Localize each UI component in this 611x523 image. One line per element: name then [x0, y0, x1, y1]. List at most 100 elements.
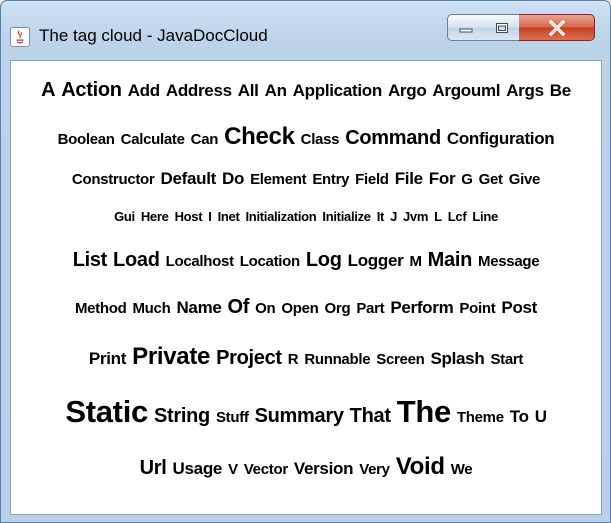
tag-link[interactable]: Be [547, 81, 574, 101]
tag-link[interactable]: Runnable [301, 351, 373, 368]
app-window: The tag cloud - JavaDocCloud A Action Add A… [0, 0, 611, 523]
tag-link[interactable]: List [70, 249, 110, 272]
tag-link[interactable]: Argo [385, 81, 429, 101]
tag-link[interactable]: Inet [215, 209, 243, 224]
tag-link[interactable]: Class [298, 131, 343, 148]
tag-link[interactable]: A [38, 79, 58, 102]
tag-link[interactable]: Lcf [445, 209, 470, 224]
tag-link[interactable]: All [235, 81, 262, 101]
tag-link[interactable]: Args [503, 81, 547, 101]
tag-link[interactable]: Gui [111, 209, 138, 224]
tag-link[interactable]: Calculate [118, 131, 188, 148]
tag-link[interactable]: Very [356, 461, 393, 478]
tag-link[interactable]: Much [129, 300, 173, 317]
tag-link[interactable]: G [458, 171, 475, 188]
tag-link[interactable]: M [406, 253, 424, 270]
tag-link[interactable]: The [394, 394, 454, 430]
tag-link[interactable]: Localhost [163, 253, 237, 270]
tag-link[interactable]: Screen [373, 351, 427, 368]
tag-link[interactable]: I [205, 209, 214, 224]
tag-link[interactable]: It [374, 209, 387, 224]
tag-link[interactable]: Static [62, 394, 151, 430]
close-button[interactable] [519, 14, 595, 41]
tag-link[interactable]: Url [137, 457, 170, 480]
tag-link[interactable]: U [532, 407, 550, 427]
tag-link[interactable]: On [252, 300, 278, 317]
close-icon [548, 19, 565, 36]
tag-link[interactable]: For [426, 169, 458, 189]
tag-link[interactable]: Of [225, 296, 253, 319]
tag-link[interactable]: Post [498, 298, 540, 318]
tag-link[interactable]: Version [291, 459, 356, 479]
tag-link[interactable]: Line [469, 209, 501, 224]
tag-row: Print Private Project R Runnable Screen Splash… [11, 343, 601, 371]
tag-link[interactable]: Load [110, 249, 163, 272]
tag-link[interactable]: L [431, 209, 445, 224]
tag-link[interactable]: Add [125, 81, 163, 101]
tag-link[interactable]: Log [303, 249, 345, 272]
tag-link[interactable]: Main [425, 249, 475, 272]
title-bar[interactable]: The tag cloud - JavaDocCloud [1, 1, 610, 56]
tag-link[interactable]: Here [138, 209, 172, 224]
tag-link[interactable]: String [151, 405, 213, 428]
tag-link[interactable]: Part [353, 300, 387, 317]
tag-link[interactable]: Splash [427, 349, 487, 369]
tag-link[interactable]: J [387, 209, 400, 224]
tag-link[interactable]: Message [475, 253, 542, 270]
tag-link[interactable]: Print [86, 349, 129, 369]
java-app-icon [10, 27, 30, 47]
tag-link[interactable]: Element [247, 171, 309, 188]
tag-link[interactable]: Boolean [55, 131, 118, 148]
tag-link[interactable]: Perform [387, 298, 456, 318]
tag-link[interactable]: An [262, 81, 290, 101]
tag-link[interactable]: Entry [309, 171, 352, 188]
tag-link[interactable]: Check [221, 123, 298, 151]
tag-link[interactable]: Project [213, 347, 285, 370]
tag-link[interactable]: Default [157, 169, 219, 189]
tag-link[interactable]: Point [456, 300, 498, 317]
tag-row: Boolean Calculate Can Check Class Command Conf… [11, 123, 601, 151]
tag-link[interactable]: Get [476, 171, 506, 188]
tag-link[interactable]: Constructor [69, 171, 158, 188]
tag-link[interactable]: Can [188, 131, 221, 148]
tag-link[interactable]: That [347, 405, 394, 428]
tag-link[interactable]: Field [352, 171, 392, 188]
tag-link[interactable]: Name [173, 298, 224, 318]
tag-row: List Load Localhost Location Log Logger M Main M… [11, 249, 601, 272]
tag-link[interactable]: Application [290, 81, 385, 101]
tag-link[interactable]: Org [322, 300, 354, 317]
tag-link[interactable]: Command [342, 127, 444, 150]
tag-link[interactable]: Initialization [243, 209, 320, 224]
tag-link[interactable]: Void [393, 453, 448, 481]
tag-link[interactable]: Argouml [429, 81, 503, 101]
tag-link[interactable]: We [448, 461, 476, 478]
tag-link[interactable]: Action [58, 79, 124, 102]
maximize-icon [495, 22, 508, 33]
maximize-button[interactable] [484, 14, 520, 41]
tag-link[interactable]: Vector [241, 461, 291, 478]
tag-link[interactable]: Summary [252, 405, 347, 428]
tag-link[interactable]: Give [506, 171, 543, 188]
tag-link[interactable]: Address [163, 81, 235, 101]
tag-link[interactable]: Start [487, 351, 526, 368]
tag-link[interactable]: Logger [345, 251, 407, 271]
tag-link[interactable]: Usage [170, 459, 226, 479]
tag-link[interactable]: Method [72, 300, 130, 317]
tag-link[interactable]: Stuff [213, 409, 252, 426]
tag-link[interactable]: Open [278, 300, 321, 317]
tag-link[interactable]: Private [129, 343, 213, 371]
tag-row: Gui Here Host I Inet Initialization Initialize… [11, 209, 601, 224]
tag-link[interactable]: V [225, 461, 241, 478]
tag-link[interactable]: File [392, 169, 426, 189]
tag-link[interactable]: Do [219, 169, 247, 189]
minimize-button[interactable] [447, 14, 485, 41]
tag-link[interactable]: Host [172, 209, 206, 224]
tag-link[interactable]: R [285, 351, 302, 368]
tag-link[interactable]: Jvm [400, 209, 431, 224]
tag-link[interactable]: To [507, 407, 532, 427]
tag-link[interactable]: Location [237, 253, 303, 270]
tag-link[interactable]: Theme [454, 409, 507, 426]
tag-link[interactable]: Initialize [319, 209, 373, 224]
tag-cloud-panel: A Action Add Address All An Application Argo Arg… [10, 60, 602, 515]
tag-link[interactable]: Configuration [444, 129, 558, 149]
